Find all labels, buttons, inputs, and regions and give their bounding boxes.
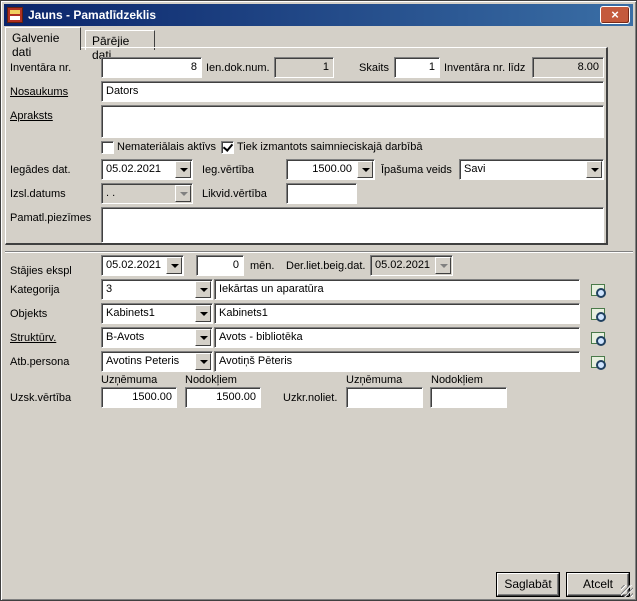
uzsk-nodokliem-header: Nodokļiem [185,374,237,386]
lookup-icon[interactable] [590,282,606,298]
uzsk-uznemuma-header: Uzņēmuma [101,374,158,386]
strukturv-code: B-Avots [106,331,145,343]
chevron-down-icon[interactable] [195,305,211,322]
strukturv-name-field[interactable]: Avots - bibliotēka [214,327,580,348]
app-icon [7,7,23,23]
uzsk-uznemuma-input[interactable]: 1500.00 [101,387,177,408]
atb-persona-code: Avotins Peteris [106,355,180,367]
uzkr-uznemuma-input[interactable] [346,387,423,408]
objekts-label: Objekts [10,308,48,320]
objekts-name-field[interactable]: Kabinets1 [214,303,580,324]
title-bar[interactable]: Jauns - Pamatlīdzeklis × [4,4,633,26]
uzsk-vertiba-label: Uzsk.vērtība [10,392,72,404]
chevron-down-icon[interactable] [166,257,182,274]
cancel-button[interactable]: Atcelt [567,573,629,596]
uzsk-nodokliem-input[interactable]: 1500.00 [185,387,261,408]
men-input[interactable]: 0 [196,255,244,276]
atb-persona-combo[interactable]: Avotins Peteris [101,351,213,372]
kategorija-label: Kategorija [10,284,60,296]
save-button[interactable]: Saglabāt [497,573,559,596]
close-button[interactable]: × [600,6,630,24]
strukturv-label: Struktūrv. [10,332,57,344]
atb-persona-name-field[interactable]: Avotiņš Pēteris [214,351,580,372]
atb-persona-label: Atb.persona [10,356,70,368]
der-liet-beig-dat-label: Der.liet.beig.dat. [286,260,366,272]
uzkr-noliet-label: Uzkr.noliet. [283,392,338,404]
window-title: Jauns - Pamatlīdzeklis [28,8,157,22]
strukturv-combo[interactable]: B-Avots [101,327,213,348]
tab-galvenie-dati[interactable]: Galvenie dati [5,27,81,59]
objekts-combo[interactable]: Kabinets1 [101,303,213,324]
der-liet-beig-dat-value: 05.02.2021 [375,259,431,271]
uzkr-nodokliem-header: Nodokļiem [431,374,483,386]
chevron-down-icon[interactable] [195,281,211,298]
uzkr-nodokliem-input[interactable] [430,387,507,408]
lookup-icon[interactable] [590,354,606,370]
lookup-icon[interactable] [590,306,606,322]
stajies-ekspl-value: 05.02.2021 [106,259,162,271]
resize-grip-icon[interactable] [621,585,633,597]
objekts-code: Kabinets1 [106,307,155,319]
men-label: mēn. [250,260,275,272]
stajies-ekspl-label: Stājies ekspl [10,265,72,277]
chevron-down-icon[interactable] [195,353,211,370]
der-liet-beig-dat-combo[interactable]: 05.02.2021 [370,255,453,276]
section-divider [5,251,633,253]
chevron-down-icon[interactable] [195,329,211,346]
kategorija-name-field[interactable]: Iekārtas un aparatūra [214,279,580,300]
lookup-icon[interactable] [590,330,606,346]
kategorija-combo[interactable]: 3 [101,279,213,300]
kategorija-code: 3 [106,283,113,295]
main-tab-panel [5,47,608,245]
uzkr-uznemuma-header: Uzņēmuma [346,374,403,386]
chevron-down-icon [435,257,451,274]
dialog-window: Jauns - Pamatlīdzeklis × Galvenie dati P… [0,0,637,601]
stajies-ekspl-combo[interactable]: 05.02.2021 [101,255,184,276]
